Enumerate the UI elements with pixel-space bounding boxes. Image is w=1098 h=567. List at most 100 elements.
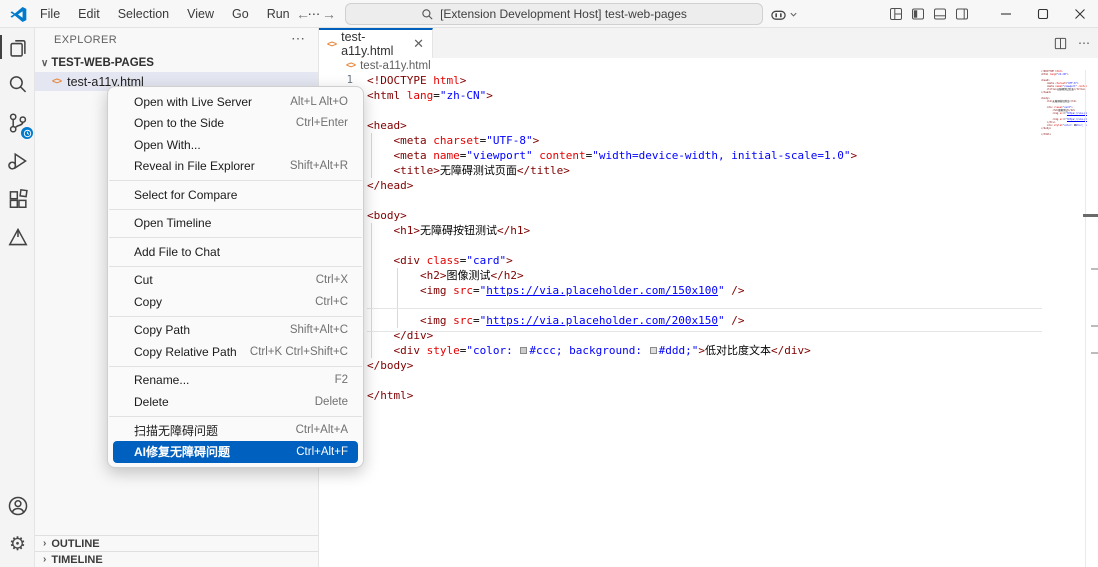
code-line[interactable]: 21	[319, 373, 1040, 388]
search-icon[interactable]	[0, 66, 35, 104]
code-line[interactable]: 20</body>	[319, 358, 1040, 373]
account-icon[interactable]	[0, 487, 35, 525]
context-menu-item-reveal-in-file-explorer[interactable]: Reveal in File ExplorerShift+Alt+R	[113, 156, 358, 178]
toggle-secondary-sidebar-icon[interactable]	[951, 0, 973, 28]
context-menu-separator	[109, 266, 362, 267]
context-menu-item-ai-fix-a11y-issues[interactable]: AI修复无障碍问题Ctrl+Alt+F	[113, 441, 358, 463]
code-line[interactable]: 2<html lang="zh-CN">	[319, 88, 1040, 103]
code-line[interactable]: 19 <div style="color: #ccc; background: …	[319, 343, 1040, 358]
context-menu-shortcut: Alt+L Alt+O	[290, 96, 348, 108]
code-line[interactable]: 11 <h1>无障碍按钮测试</h1>	[319, 223, 1040, 238]
context-menu-item-open-to-the-side[interactable]: Open to the SideCtrl+Enter	[113, 113, 358, 135]
copilot-icon	[770, 6, 787, 23]
workspace-folder-row[interactable]: ∨ TEST-WEB-PAGES	[35, 54, 318, 72]
context-menu-label: Rename...	[134, 373, 189, 387]
a11y-extension-icon[interactable]	[0, 218, 35, 256]
code-line[interactable]: 5 <meta charset="UTF-8">	[319, 133, 1040, 148]
breadcrumb[interactable]: <> test-a11y.html	[319, 58, 1098, 73]
explorer-more-actions-icon[interactable]: ⋯	[291, 30, 306, 47]
tab-bar: <> test-a11y.html ✕ ⋯	[319, 28, 1098, 58]
minimap[interactable]: <!DOCTYPE html><html lang="zh-CN"><head>…	[1041, 70, 1087, 142]
close-button[interactable]	[1061, 0, 1098, 28]
context-menu-item-open-with[interactable]: Open With...	[113, 134, 358, 156]
context-menu-item-copy-path[interactable]: Copy PathShift+Alt+C	[113, 320, 358, 342]
code-line[interactable]: 6 <meta name="viewport" content="width=d…	[319, 148, 1040, 163]
context-menu-separator	[109, 366, 362, 367]
chevron-down-icon: ∨	[41, 58, 48, 69]
code-area[interactable]: 1<!DOCTYPE html>2<html lang="zh-CN">34<h…	[319, 73, 1040, 403]
maximize-button[interactable]	[1024, 0, 1061, 28]
html-file-icon: <>	[346, 60, 355, 71]
toggle-primary-sidebar-icon[interactable]	[907, 0, 929, 28]
explorer-header: EXPLORER	[54, 34, 117, 46]
run-debug-icon[interactable]	[0, 142, 35, 180]
source-control-icon[interactable]	[0, 104, 35, 142]
command-center-title: [Extension Development Host] test-web-pa…	[440, 7, 687, 21]
html-file-icon: <>	[327, 39, 336, 50]
menubar-item-edit[interactable]: Edit	[69, 3, 109, 25]
split-editor-icon[interactable]	[1053, 36, 1068, 51]
tab-test-a11y[interactable]: <> test-a11y.html ✕	[319, 28, 433, 58]
menubar-item-go[interactable]: Go	[223, 3, 258, 25]
code-line[interactable]: 18 </div>	[319, 328, 1040, 343]
minimize-button[interactable]	[987, 0, 1024, 28]
outline-label: OUTLINE	[51, 538, 99, 550]
code-line[interactable]: 8</head>	[319, 178, 1040, 193]
menubar-item-selection[interactable]: Selection	[109, 3, 178, 25]
code-line[interactable]: 3	[319, 103, 1040, 118]
explorer-icon[interactable]	[0, 28, 35, 66]
settings-gear-icon[interactable]: ⚙	[0, 525, 35, 563]
nav-forward-icon[interactable]: →	[320, 5, 338, 23]
timeline-section[interactable]: › TIMELINE	[35, 551, 318, 567]
menubar-item-file[interactable]: File	[31, 3, 69, 25]
context-menu-label: Cut	[134, 273, 153, 287]
code-line[interactable]: 9	[319, 193, 1040, 208]
context-menu-label: Open Timeline	[134, 216, 211, 230]
command-center[interactable]: [Extension Development Host] test-web-pa…	[345, 3, 763, 25]
tab-close-icon[interactable]: ✕	[413, 36, 424, 52]
code-line[interactable]: 16	[319, 298, 1040, 313]
code-line[interactable]: 12	[319, 238, 1040, 253]
html-file-icon: <>	[52, 76, 61, 87]
context-menu-item-rename[interactable]: Rename...F2	[113, 370, 358, 392]
context-menu-item-delete[interactable]: DeleteDelete	[113, 391, 358, 413]
vscode-logo-icon	[10, 6, 27, 23]
code-line[interactable]: 22</html>	[319, 388, 1040, 403]
context-menu-item-open-with-live-server[interactable]: Open with Live ServerAlt+L Alt+O	[113, 91, 358, 113]
chevron-right-icon: ›	[43, 538, 46, 549]
search-icon	[421, 8, 434, 21]
context-menu-shortcut: Ctrl+Alt+A	[296, 424, 348, 436]
context-menu-item-select-for-compare[interactable]: Select for Compare	[113, 184, 358, 206]
nav-back-icon[interactable]: ←	[294, 5, 312, 23]
context-menu-item-open-timeline[interactable]: Open Timeline	[113, 213, 358, 235]
context-menu-item-copy[interactable]: CopyCtrl+C	[113, 291, 358, 313]
context-menu-shortcut: Ctrl+X	[316, 274, 348, 286]
outline-section[interactable]: › OUTLINE	[35, 535, 318, 551]
code-line[interactable]: 4<head>	[319, 118, 1040, 133]
code-line[interactable]: 13 <div class="card">	[319, 253, 1040, 268]
code-line[interactable]: 15 <img src="https://via.placeholder.com…	[319, 283, 1040, 298]
workspace-folder-label: TEST-WEB-PAGES	[51, 57, 154, 69]
context-menu-item-scan-a11y-issues[interactable]: 扫描无障碍问题Ctrl+Alt+A	[113, 420, 358, 442]
code-line[interactable]: 1<!DOCTYPE html>	[319, 73, 1040, 88]
toggle-panel-icon[interactable]	[929, 0, 951, 28]
more-actions-icon[interactable]: ⋯	[1078, 36, 1090, 50]
menubar-item-run[interactable]: Run	[258, 3, 299, 25]
menubar-item-view[interactable]: View	[178, 3, 223, 25]
context-menu-item-add-file-to-chat[interactable]: Add File to Chat	[113, 241, 358, 263]
context-menu-label: Open to the Side	[134, 116, 224, 130]
customize-layout-icon[interactable]	[885, 0, 907, 28]
copilot-button[interactable]	[770, 4, 798, 24]
code-line[interactable]: 7 <title>无障碍测试页面</title>	[319, 163, 1040, 178]
context-menu-item-cut[interactable]: Cut Ctrl+X	[113, 270, 358, 292]
context-menu-separator	[109, 316, 362, 317]
title-bar: FileEditSelectionViewGoRun⋯ ← → [Extensi…	[0, 0, 1098, 28]
context-menu-item-copy-relative-path[interactable]: Copy Relative PathCtrl+K Ctrl+Shift+C	[113, 341, 358, 363]
code-line[interactable]: 14 <h2>图像测试</h2>	[319, 268, 1040, 283]
minimap-line: </html>	[1041, 133, 1087, 136]
editor-actions: ⋯	[1053, 28, 1090, 58]
extensions-icon[interactable]	[0, 180, 35, 218]
code-line[interactable]: 10<body>	[319, 208, 1040, 223]
code-line[interactable]: 17 <img src="https://via.placeholder.com…	[319, 313, 1040, 328]
context-menu-shortcut: Ctrl+K Ctrl+Shift+C	[250, 346, 348, 358]
